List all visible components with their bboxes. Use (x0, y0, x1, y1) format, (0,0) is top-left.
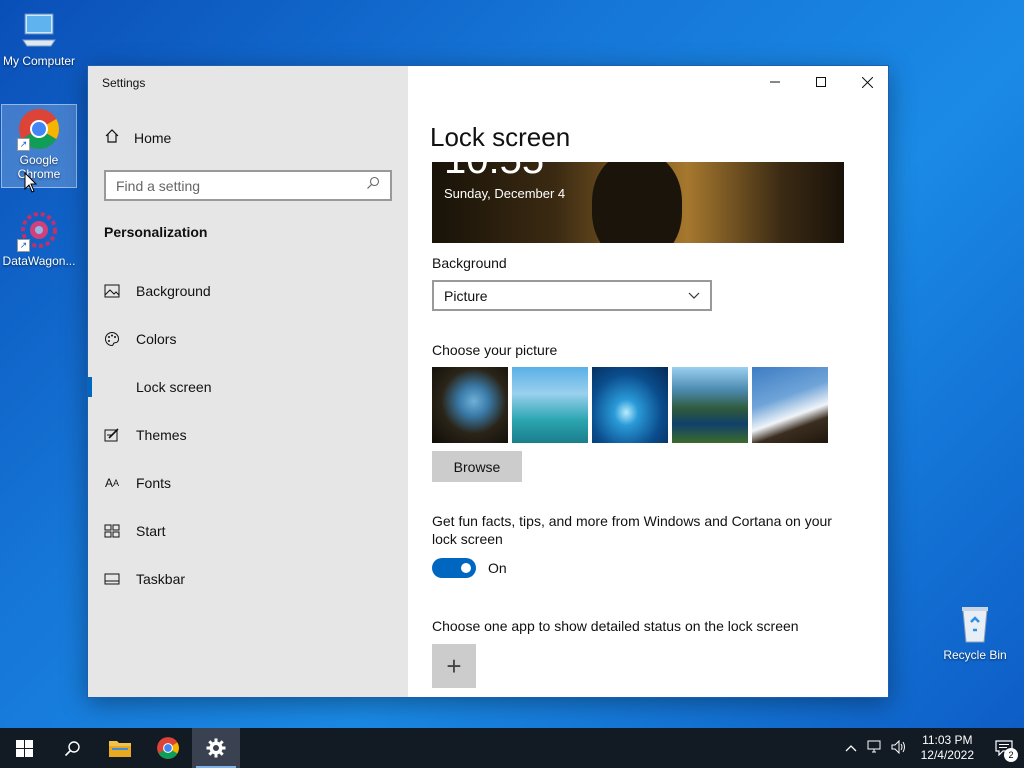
nav-item-label: Lock screen (136, 379, 212, 395)
status-app-label: Choose one app to show detailed status o… (432, 618, 799, 634)
nav-item-label: Colors (136, 331, 177, 347)
desktop-icon-label: DataWagon... (2, 254, 76, 268)
fun-facts-toggle[interactable] (432, 558, 476, 578)
close-icon (861, 76, 873, 88)
desktop-icon-label: Google Chrome (17, 153, 61, 181)
choose-picture-label: Choose your picture (432, 342, 558, 358)
shortcut-arrow-icon: ↗ (17, 138, 30, 151)
palette-icon (104, 331, 120, 347)
network-icon[interactable] (863, 740, 887, 757)
nav-item-background[interactable]: Background (88, 271, 408, 311)
page-title: Lock screen (430, 122, 571, 152)
nav-item-label: Start (136, 523, 166, 539)
desktop-icon-my-computer[interactable]: My Computer (1, 8, 77, 68)
home-label: Home (134, 129, 172, 146)
fun-facts-description: Get fun facts, tips, and more from Windo… (432, 513, 832, 547)
nav-item-label: Background (136, 283, 211, 299)
mouse-cursor-icon (24, 172, 38, 193)
settings-taskbar-button[interactable] (192, 728, 240, 768)
picture-thumbnail[interactable] (592, 367, 668, 443)
fonts-icon: AA (104, 476, 120, 490)
chrome-taskbar-button[interactable] (144, 728, 192, 768)
chevron-up-icon[interactable] (839, 741, 863, 755)
nav-item-label: Fonts (136, 475, 172, 491)
taskbar-icon (104, 571, 120, 587)
taskbar-date: 12/4/2022 (920, 748, 974, 762)
datawagon-icon: ↗ (17, 208, 61, 252)
minimize-icon (770, 81, 780, 83)
picture-thumbnail[interactable] (752, 367, 828, 443)
nav-item-lock-screen[interactable]: Lock screen (88, 367, 408, 407)
picture-thumbnail[interactable] (432, 367, 508, 443)
background-label: Background (432, 255, 507, 271)
background-dropdown[interactable]: Picture (432, 280, 712, 311)
browse-button[interactable]: Browse (432, 451, 522, 482)
search-button[interactable] (48, 728, 96, 768)
system-tray: 11:03 PM 12/4/2022 2 (839, 728, 1024, 768)
plus-icon: + (446, 650, 462, 681)
desktop-icon-google-chrome[interactable]: ↗ Google Chrome (1, 104, 77, 188)
search-icon[interactable] (366, 176, 380, 195)
chrome-icon (157, 737, 179, 759)
search-box[interactable] (104, 170, 392, 201)
gear-icon (206, 738, 226, 758)
nav-item-start[interactable]: Start (88, 511, 408, 551)
themes-icon (104, 427, 120, 443)
lock-screen-icon (104, 379, 120, 395)
chevron-down-icon (688, 292, 700, 299)
taskbar-clock[interactable]: 11:03 PM 12/4/2022 (921, 733, 974, 763)
nav-item-taskbar[interactable]: Taskbar (88, 559, 408, 599)
nav-item-label: Taskbar (136, 571, 186, 587)
nav-item-themes[interactable]: Themes (88, 415, 408, 455)
search-input[interactable] (116, 177, 366, 194)
home-icon (104, 128, 120, 147)
start-button[interactable] (0, 728, 48, 768)
start-icon (104, 523, 120, 539)
desktop-icon-label: Recycle Bin (943, 648, 1007, 662)
chrome-icon: ↗ (17, 107, 61, 151)
picture-thumbnail[interactable] (512, 367, 588, 443)
file-explorer-button[interactable] (96, 728, 144, 768)
folder-icon (109, 741, 131, 757)
lock-screen-preview: 10:55 Sunday, December 4 (432, 162, 844, 243)
settings-window: Settings Home Personalization Background… (87, 65, 889, 698)
toggle-knob (461, 563, 471, 573)
desktop-icon-datawagon[interactable]: ↗ DataWagon... (1, 208, 77, 268)
background-dropdown-value: Picture (444, 287, 488, 304)
window-title: Settings (102, 76, 146, 90)
section-title: Personalization (104, 224, 208, 240)
add-app-button[interactable]: + (432, 644, 476, 688)
home-nav-item[interactable]: Home (104, 128, 171, 147)
shortcut-arrow-icon: ↗ (17, 239, 30, 252)
picture-thumbnail[interactable] (672, 367, 748, 443)
preview-clock: 10:55 (444, 162, 544, 183)
nav-item-colors[interactable]: Colors (88, 319, 408, 359)
taskbar: 11:03 PM 12/4/2022 2 (0, 728, 1024, 768)
search-icon (64, 740, 80, 756)
recycle-bin-icon (953, 602, 997, 646)
windows-logo-icon (15, 739, 33, 757)
volume-icon[interactable] (887, 739, 911, 757)
notification-count-badge: 2 (1004, 748, 1018, 762)
desktop-icon-label: My Computer (2, 54, 76, 68)
nav-item-fonts[interactable]: AA Fonts (88, 463, 408, 503)
preview-rock (592, 162, 682, 243)
background-icon (104, 283, 120, 299)
settings-content: Lock screen 10:55 Sunday, December 4 Bac… (408, 66, 888, 697)
settings-sidebar: Settings Home Personalization Background… (88, 66, 408, 697)
taskbar-time: 11:03 PM (922, 733, 973, 747)
computer-icon (17, 8, 61, 52)
maximize-button[interactable] (798, 66, 844, 98)
maximize-icon (816, 77, 826, 87)
action-center-button[interactable]: 2 (984, 728, 1024, 768)
desktop-icon-recycle-bin[interactable]: Recycle Bin (937, 602, 1013, 662)
nav-item-label: Themes (136, 427, 187, 443)
close-button[interactable] (844, 66, 888, 98)
picture-thumbnails (432, 367, 828, 443)
preview-date: Sunday, December 4 (444, 186, 566, 201)
toggle-state-label: On (488, 560, 507, 576)
minimize-button[interactable] (752, 66, 798, 98)
